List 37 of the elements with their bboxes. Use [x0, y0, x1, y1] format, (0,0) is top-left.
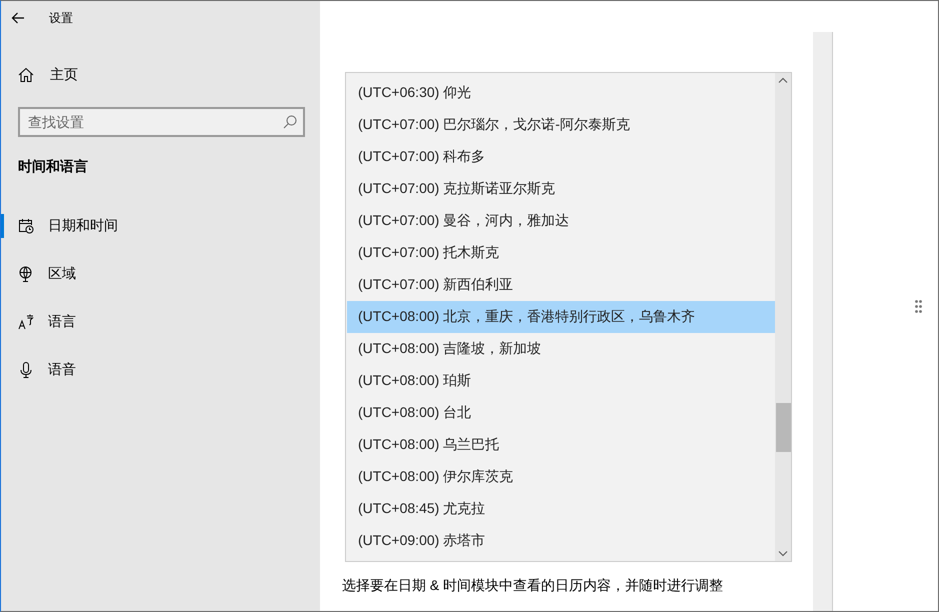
timezone-option[interactable]: (UTC+07:00) 托木斯克 [347, 237, 775, 269]
timezone-option[interactable]: (UTC+08:00) 台北 [347, 397, 775, 429]
microphone-icon [18, 362, 34, 378]
description-text: 选择要在日期 & 时间模块中查看的日历内容，并随时进行调整 [342, 577, 724, 595]
timezone-option[interactable]: (UTC+08:00) 北京，重庆，香港特别行政区，乌鲁木齐 [347, 301, 775, 333]
drag-handle-icon[interactable] [915, 300, 922, 312]
timezone-option[interactable]: (UTC+08:00) 乌兰巴托 [347, 429, 775, 461]
home-icon [18, 67, 34, 83]
nav-item[interactable]: 语音 [1, 346, 320, 394]
back-button[interactable] [11, 11, 25, 25]
timezone-option[interactable]: (UTC+07:00) 曼谷，河内，雅加达 [347, 205, 775, 237]
search-icon [283, 115, 297, 129]
scroll-up-icon[interactable] [778, 77, 788, 83]
section-heading: 时间和语言 [18, 158, 89, 176]
timezone-option[interactable]: (UTC+06:30) 仰光 [347, 77, 775, 109]
nav-item[interactable]: 日期和时间 [1, 202, 320, 250]
timezone-option[interactable]: (UTC+07:00) 新西伯利亚 [347, 269, 775, 301]
timezone-option[interactable]: (UTC+07:00) 克拉斯诺亚尔斯克 [347, 173, 775, 205]
calendar-clock-icon [18, 218, 34, 234]
timezone-option[interactable]: (UTC+07:00) 巴尔瑙尔，戈尔诺-阿尔泰斯克 [347, 109, 775, 141]
scrollbar[interactable] [775, 73, 791, 561]
nav-item[interactable]: 语言 [1, 298, 320, 346]
timezone-option[interactable]: (UTC+07:00) 科布多 [347, 141, 775, 173]
timezone-dropdown-list[interactable] [345, 72, 792, 562]
timezone-option[interactable]: (UTC+09:00) 赤塔市 [347, 525, 775, 557]
globe-icon [18, 266, 34, 282]
window-title: 设置 [49, 10, 73, 26]
search-field[interactable]: 查找设置 [18, 107, 305, 137]
nav-item[interactable]: 区域 [1, 250, 320, 298]
scroll-down-icon[interactable] [778, 551, 788, 557]
language-icon [18, 314, 34, 330]
home-link[interactable]: 主页 [50, 66, 78, 84]
scroll-thumb[interactable] [776, 403, 790, 452]
timezone-option[interactable]: (UTC+08:00) 伊尔库茨克 [347, 461, 775, 493]
timezone-option[interactable]: (UTC+08:00) 吉隆坡，新加坡 [347, 333, 775, 365]
timezone-option[interactable]: (UTC+08:00) 珀斯 [347, 365, 775, 397]
timezone-option[interactable]: (UTC+08:45) 尤克拉 [347, 493, 775, 525]
